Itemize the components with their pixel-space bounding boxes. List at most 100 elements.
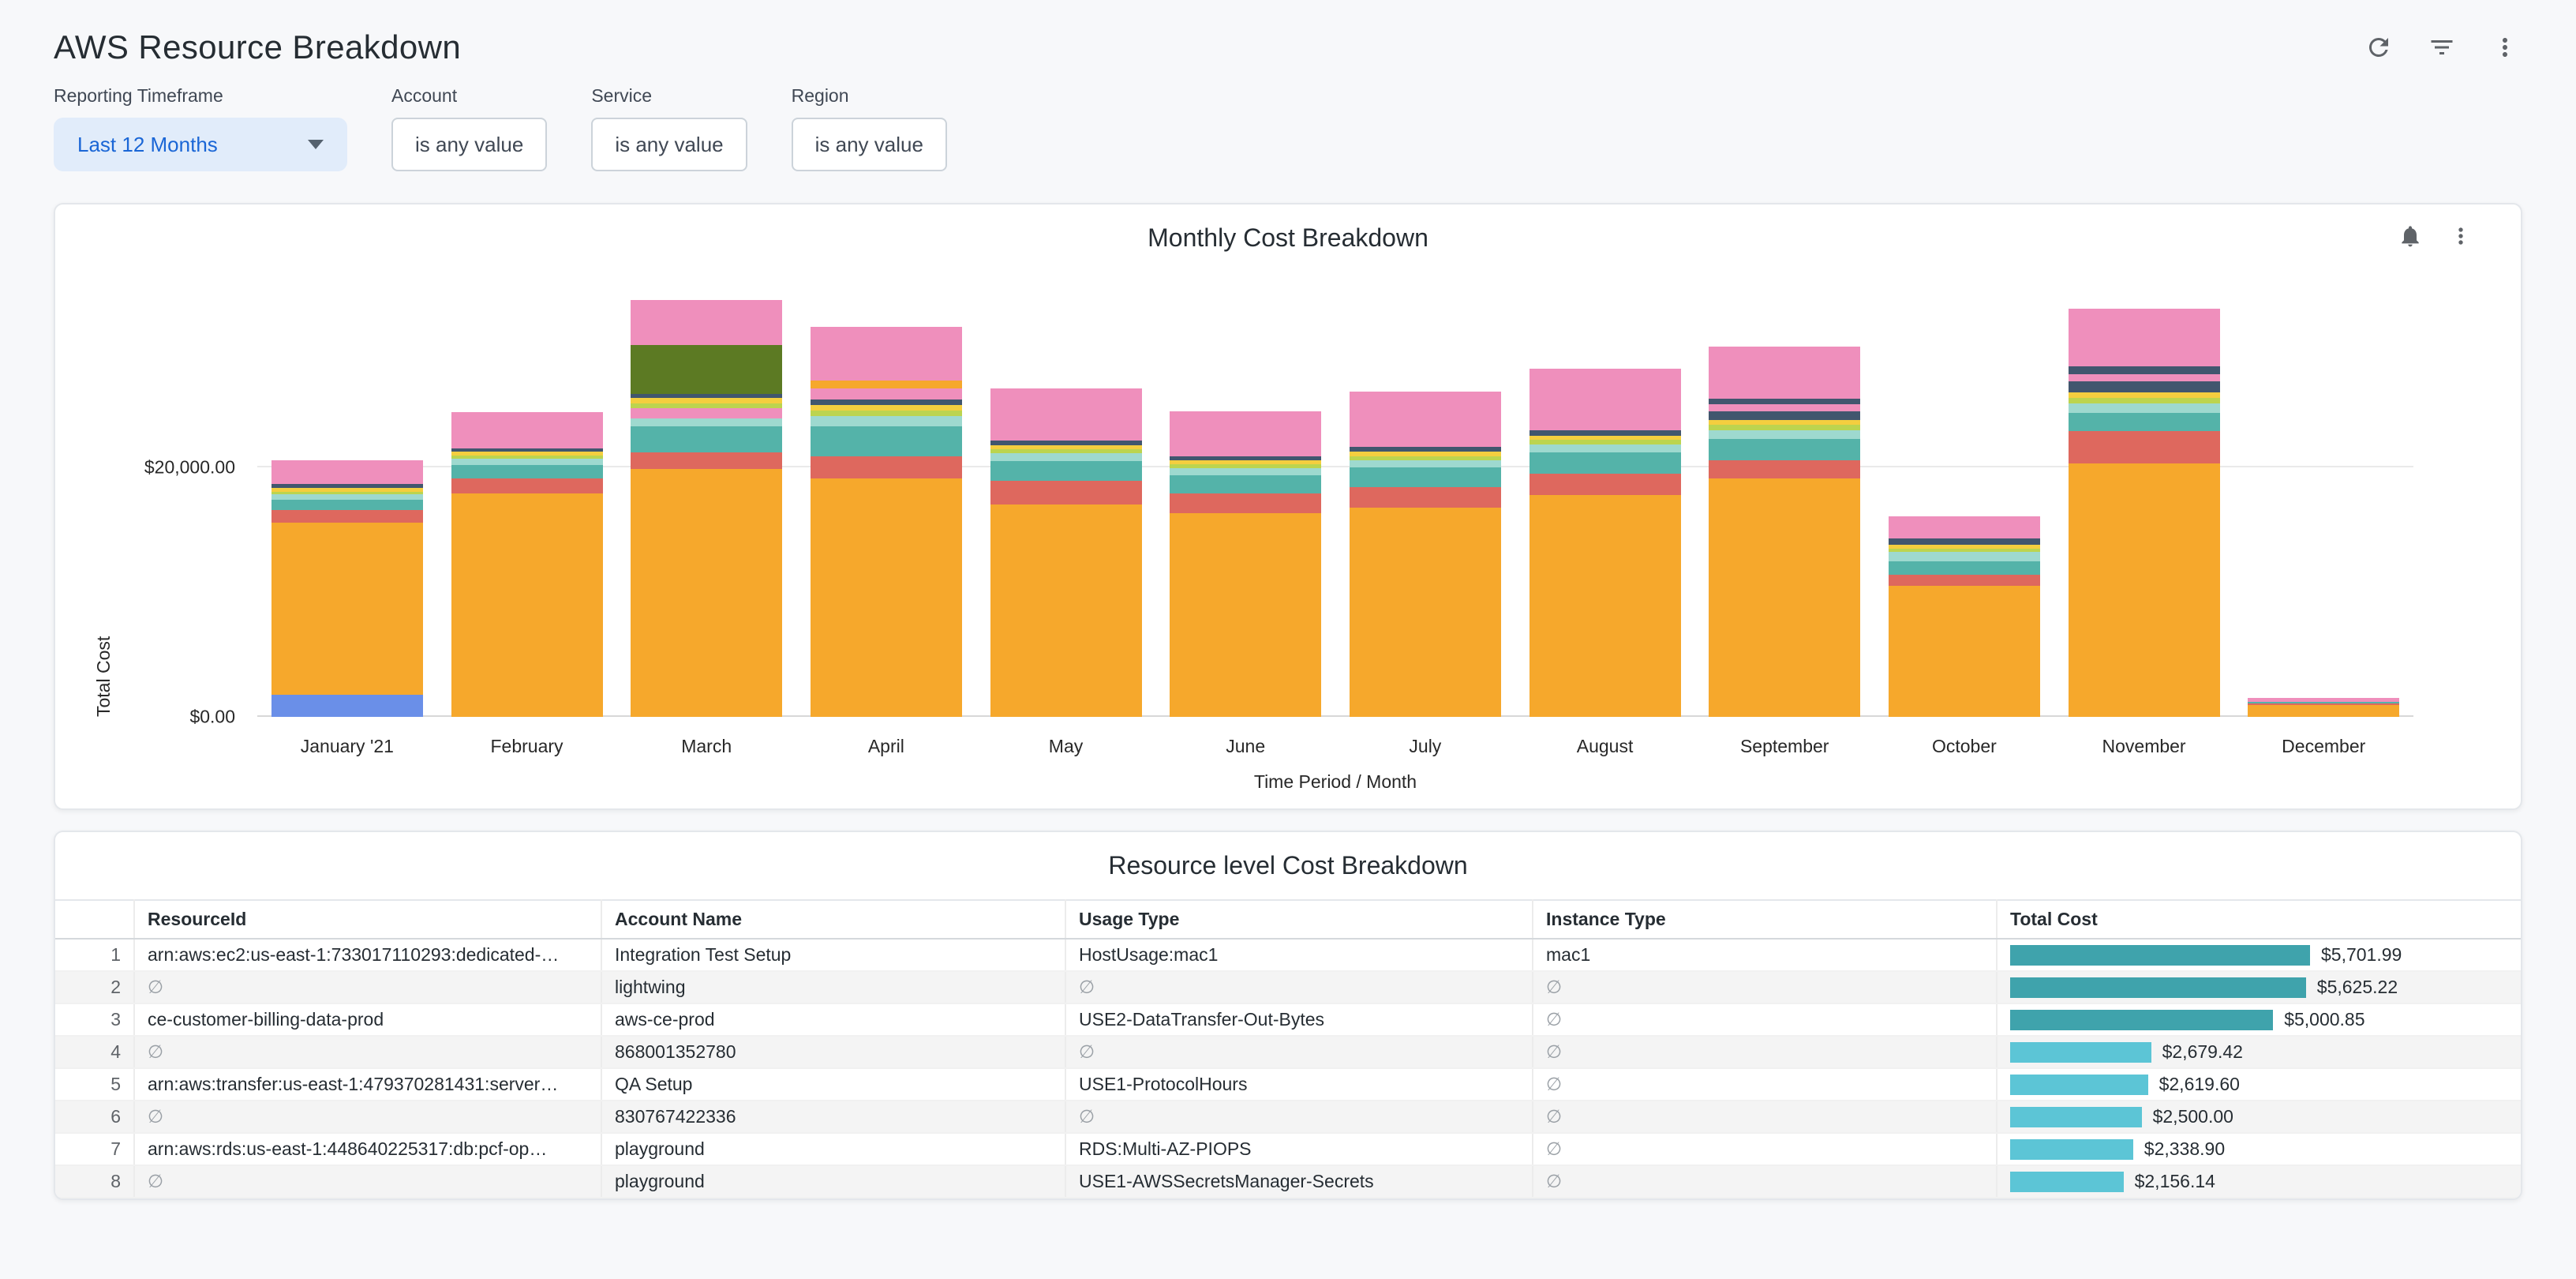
bar-segment-pink[interactable] (811, 327, 962, 381)
column-header[interactable]: Account Name (601, 900, 1065, 939)
bar-segment-mint[interactable] (1350, 460, 1501, 467)
reporting-timeframe-select[interactable]: Last 12 Months (54, 118, 347, 171)
stacked-bar[interactable] (2069, 309, 2220, 717)
bar-segment-olive[interactable] (631, 345, 782, 394)
dashboard-header: AWS Resource Breakdown (0, 0, 2576, 76)
bar-segment-orange[interactable] (451, 493, 603, 717)
stacked-bar[interactable] (1350, 392, 1501, 717)
stacked-bar[interactable] (271, 460, 423, 717)
bar-segment-slate[interactable] (2069, 366, 2220, 373)
account-filter-button[interactable]: is any value (391, 118, 547, 171)
bar-segment-slate[interactable] (1530, 430, 1681, 436)
bar-segment-mint[interactable] (271, 494, 423, 500)
bar-segment-orange[interactable] (811, 478, 962, 717)
column-header[interactable]: Instance Type (1533, 900, 1997, 939)
bar-segment-mint[interactable] (1530, 444, 1681, 452)
bar-segment-coral[interactable] (1350, 487, 1501, 507)
chart-more-menu-button[interactable] (2445, 220, 2477, 252)
bar-segment-orange[interactable] (631, 469, 782, 717)
bar-segment-pink[interactable] (2069, 309, 2220, 366)
bar-segment-pink[interactable] (271, 460, 423, 484)
column-header[interactable]: Usage Type (1065, 900, 1533, 939)
stacked-bar[interactable] (990, 388, 1142, 717)
bar-segment-pink[interactable] (1530, 424, 1681, 430)
stacked-bar[interactable] (1709, 347, 1860, 717)
stacked-bar[interactable] (631, 300, 782, 717)
bar-segment-green[interactable] (2069, 398, 2220, 404)
refresh-button[interactable] (2361, 30, 2396, 65)
bar-segment-pink[interactable] (631, 408, 782, 418)
bar-segment-teal[interactable] (631, 426, 782, 452)
bar-segment-yellow[interactable] (811, 405, 962, 411)
bar-segment-pink[interactable] (1709, 404, 1860, 411)
region-filter-button[interactable]: is any value (792, 118, 947, 171)
bar-segment-pink[interactable] (1889, 516, 2040, 535)
bar-segment-pink[interactable] (811, 388, 962, 399)
bar-segment-coral[interactable] (811, 456, 962, 478)
bar-segment-orange[interactable] (1170, 513, 1321, 717)
bar-segment-slate[interactable] (1889, 538, 2040, 545)
bar-segment-mint[interactable] (631, 418, 782, 426)
bar-segment-mint[interactable] (990, 453, 1142, 461)
bar-segment-orange[interactable] (1350, 508, 1501, 717)
bar-segment-coral[interactable] (271, 510, 423, 523)
bar-segment-mint[interactable] (1170, 468, 1321, 475)
bar-segment-pink[interactable] (990, 388, 1142, 436)
bar-segment-teal[interactable] (990, 461, 1142, 481)
service-filter-button[interactable]: is any value (591, 118, 747, 171)
stacked-bar[interactable] (451, 412, 603, 717)
bar-segment-teal[interactable] (1709, 439, 1860, 460)
bar-segment-mint[interactable] (1889, 552, 2040, 561)
bar-segment-teal[interactable] (271, 500, 423, 510)
alert-bell-button[interactable] (2394, 220, 2426, 252)
bar-segment-pink[interactable] (1350, 392, 1501, 441)
bar-segment-orange[interactable] (811, 381, 962, 388)
bar-segment-pink[interactable] (1170, 411, 1321, 456)
bar-segment-orange[interactable] (1530, 495, 1681, 717)
bar-segment-pink[interactable] (2069, 374, 2220, 381)
bar-segment-coral[interactable] (1889, 575, 2040, 586)
bar-segment-orange[interactable] (271, 523, 423, 695)
bar-segment-orange[interactable] (1709, 478, 1860, 717)
bar-segment-coral[interactable] (2069, 431, 2220, 463)
bar-segment-teal[interactable] (1350, 467, 1501, 487)
column-header[interactable]: ResourceId (134, 900, 601, 939)
bar-segment-mint[interactable] (451, 459, 603, 465)
bar-segment-orange[interactable] (1889, 586, 2040, 717)
bar-segment-coral[interactable] (451, 478, 603, 493)
bar-segment-mint[interactable] (1709, 430, 1860, 439)
stacked-bar[interactable] (811, 327, 962, 717)
stacked-bar[interactable] (1530, 369, 1681, 717)
stacked-bar[interactable] (2248, 698, 2399, 717)
bar-segment-teal[interactable] (1170, 475, 1321, 494)
bar-segment-pink[interactable] (1709, 347, 1860, 399)
bar-segment-teal[interactable] (1889, 561, 2040, 575)
bar-segment-coral[interactable] (1170, 493, 1321, 513)
bar-segment-teal[interactable] (1530, 452, 1681, 474)
bar-segment-coral[interactable] (1530, 474, 1681, 495)
bar-segment-teal[interactable] (451, 465, 603, 478)
dashboard-filters-button[interactable] (2424, 30, 2459, 65)
bar-segment-coral[interactable] (1709, 460, 1860, 479)
bar-segment-pink[interactable] (451, 412, 603, 448)
stacked-bar[interactable] (1170, 411, 1321, 717)
stacked-bar[interactable] (1889, 516, 2040, 717)
bar-segment-coral[interactable] (990, 481, 1142, 504)
bar-segment-orange[interactable] (2069, 463, 2220, 717)
bar-segment-orange[interactable] (2248, 705, 2399, 717)
bar-segment-coral[interactable] (631, 452, 782, 469)
bar-segment-slate[interactable] (2069, 381, 2220, 392)
bar-segment-teal[interactable] (811, 426, 962, 456)
bar-segment-green[interactable] (811, 411, 962, 416)
bar-segment-mint[interactable] (2069, 403, 2220, 412)
bar-segment-blue[interactable] (271, 695, 423, 717)
column-header[interactable]: Total Cost (1997, 900, 2521, 939)
bar-segment-slate[interactable] (811, 399, 962, 405)
more-menu-button[interactable] (2488, 30, 2522, 65)
bar-segment-orange[interactable] (990, 504, 1142, 717)
bar-segment-pink[interactable] (1530, 369, 1681, 424)
bar-segment-slate[interactable] (1709, 411, 1860, 420)
bar-segment-mint[interactable] (811, 416, 962, 426)
bar-segment-teal[interactable] (2069, 413, 2220, 432)
bar-segment-pink[interactable] (631, 300, 782, 345)
